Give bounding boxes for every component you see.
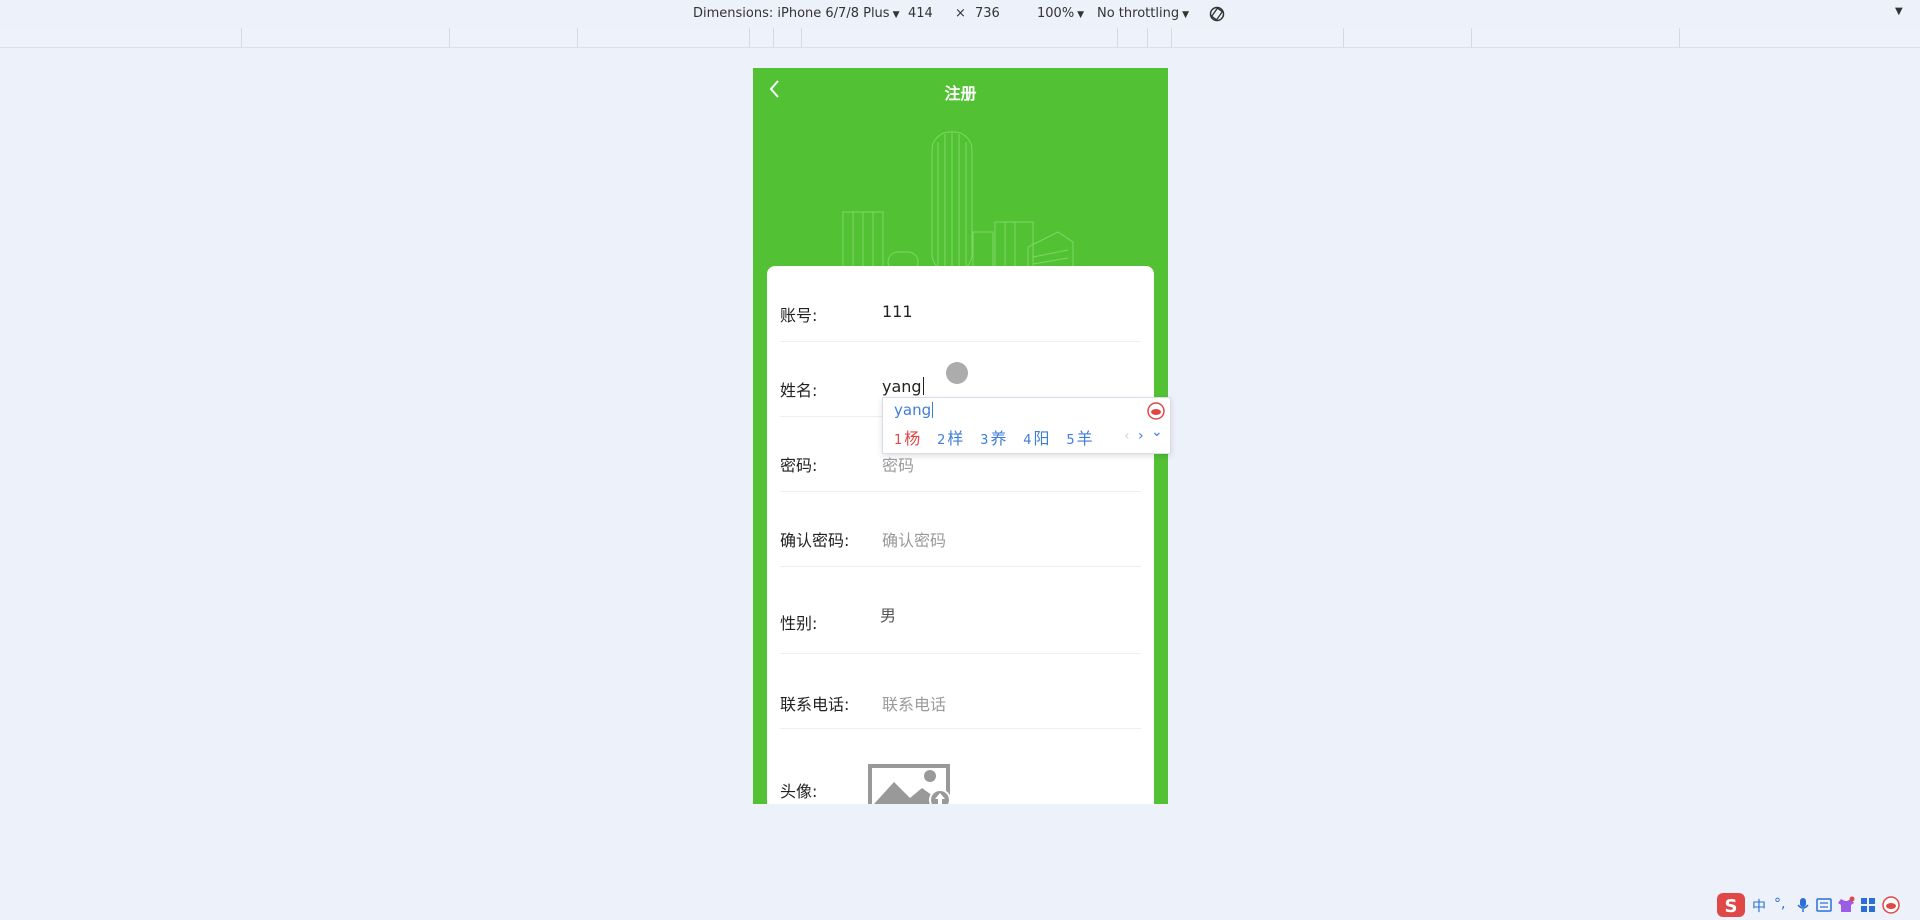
ime-candidate[interactable]: 1杨 — [894, 425, 920, 449]
ime-candidate-text: 羊 — [1076, 429, 1093, 448]
keyboard-icon[interactable] — [1816, 898, 1832, 912]
ime-candidate-text: 样 — [947, 429, 964, 448]
caret-down-icon: ▼ — [892, 10, 900, 20]
city-skyline-illustration — [842, 131, 1074, 272]
skin-shirt-icon[interactable] — [1837, 896, 1855, 914]
microphone-icon[interactable] — [1796, 897, 1810, 913]
ruler-segment[interactable] — [1171, 28, 1172, 47]
ime-next-page-icon[interactable]: › — [1138, 428, 1144, 444]
sogou-mascot-icon[interactable] — [1882, 896, 1900, 914]
devtools-device-toolbar: Dimensions: iPhone 6/7/8 Plus ▼ 414 × 736… — [0, 0, 1920, 29]
ime-prev-page-icon[interactable]: ‹ — [1124, 428, 1130, 444]
throttling-label: No throttling — [1097, 6, 1180, 21]
ruler-segment[interactable] — [1679, 28, 1680, 47]
page-title: 注册 — [944, 84, 977, 103]
gender-label: 性别: — [780, 614, 818, 633]
touch-cursor-indicator — [946, 362, 968, 384]
caret-down-icon: ▼ — [1077, 10, 1085, 20]
avatar-row: 头像: — [780, 728, 1141, 804]
ruler-segment[interactable] — [773, 28, 774, 47]
toolbox-grid-icon[interactable] — [1860, 897, 1876, 913]
account-label: 账号: — [780, 306, 818, 325]
ime-expand-icon[interactable]: ⌄ — [1151, 424, 1163, 440]
ruler-segment[interactable] — [1343, 28, 1344, 47]
device-height-input[interactable]: 736 — [975, 6, 1000, 21]
account-row: 账号: 111 — [780, 266, 1141, 342]
ime-candidate-number: 1 — [894, 433, 903, 448]
svg-text:S: S — [1725, 896, 1738, 917]
gender-select[interactable]: 男 — [880, 602, 1135, 626]
ruler-segment[interactable] — [449, 28, 450, 47]
ime-candidate-list: 1杨 2样 3养 4阳 5羊 — [894, 425, 1105, 449]
ime-candidate-window: yang 1杨 2样 3养 4阳 5羊 ‹ › ⌄ — [882, 397, 1171, 454]
password-input[interactable]: 密码 — [882, 452, 1137, 476]
ime-candidate-number: 5 — [1066, 433, 1075, 448]
confirm-password-input[interactable]: 确认密码 — [882, 527, 1137, 551]
ime-language-toggle[interactable]: 中 — [1752, 896, 1766, 916]
device-dimensions-select[interactable]: Dimensions: iPhone 6/7/8 Plus ▼ — [693, 6, 900, 21]
phone-row: 联系电话: 联系电话 — [780, 653, 1141, 729]
register-form-card: 账号: 111 姓名: yang 密码: 密码 确认密码: 确认密码 性别: 男… — [767, 266, 1154, 804]
ime-candidate[interactable]: 4阳 — [1023, 425, 1049, 449]
ime-punctuation-toggle[interactable]: °, — [1774, 896, 1785, 912]
zoom-label: 100% — [1037, 6, 1075, 21]
password-label: 密码: — [780, 456, 818, 475]
account-input[interactable]: 111 — [882, 302, 1137, 321]
ruler-segment[interactable] — [241, 28, 242, 47]
ime-composition: yang — [894, 401, 934, 419]
gender-row: 性别: 男 — [780, 566, 1141, 654]
image-upload-icon[interactable] — [868, 764, 956, 804]
zoom-select[interactable]: 100% ▼ — [1037, 6, 1084, 21]
ime-caret — [932, 402, 934, 418]
ruler-segment[interactable] — [749, 28, 750, 47]
ime-candidate[interactable]: 3养 — [980, 425, 1006, 449]
name-label: 姓名: — [780, 381, 818, 400]
dimension-times: × — [955, 6, 966, 21]
ime-candidate-text: 养 — [990, 429, 1007, 448]
sogou-s-logo-icon[interactable]: S — [1716, 891, 1746, 919]
ime-candidate[interactable]: 5羊 — [1066, 425, 1092, 449]
avatar-label: 头像: — [780, 782, 818, 801]
name-input-value: yang — [882, 377, 922, 396]
media-query-ruler — [0, 28, 1920, 48]
ruler-segment[interactable] — [801, 28, 802, 47]
rotate-icon[interactable] — [1208, 5, 1226, 23]
ime-toolbar: S 中 °, — [1716, 890, 1920, 920]
text-caret — [922, 377, 924, 395]
ime-candidate-text: 杨 — [904, 429, 921, 448]
ruler-segment[interactable] — [1117, 28, 1118, 47]
device-dimensions-label: Dimensions: iPhone 6/7/8 Plus — [693, 6, 890, 21]
nav-bar: 注册 — [753, 68, 1168, 112]
device-width-input[interactable]: 414 — [908, 6, 933, 21]
ruler-segment[interactable] — [1471, 28, 1472, 47]
name-input[interactable]: yang — [882, 377, 1137, 396]
ime-candidate-number: 4 — [1023, 433, 1032, 448]
ime-candidate-number: 2 — [937, 433, 946, 448]
confirm-password-row: 确认密码: 确认密码 — [780, 491, 1141, 567]
ruler-segment[interactable] — [577, 28, 578, 47]
ime-candidate[interactable]: 2样 — [937, 425, 963, 449]
ime-candidate-text: 阳 — [1033, 429, 1050, 448]
phone-input[interactable]: 联系电话 — [882, 691, 1137, 715]
ruler-segment[interactable] — [1147, 28, 1148, 47]
sogou-logo-icon[interactable] — [1147, 402, 1165, 420]
more-options-icon[interactable]: ▼ — [1895, 6, 1903, 17]
throttling-select[interactable]: No throttling ▼ — [1097, 6, 1189, 21]
caret-down-icon: ▼ — [1182, 10, 1189, 20]
confirm-password-label: 确认密码: — [780, 531, 850, 550]
ime-candidate-number: 3 — [980, 433, 989, 448]
ime-composition-text: yang — [894, 401, 932, 419]
phone-label: 联系电话: — [780, 695, 850, 714]
